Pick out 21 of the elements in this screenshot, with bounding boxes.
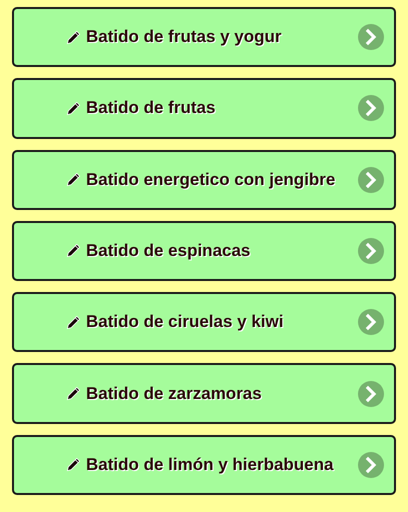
pencil-icon: [66, 172, 81, 188]
pencil-icon: [66, 243, 81, 258]
pencil-icon: [66, 30, 81, 45]
chevron-right-icon: [358, 309, 384, 336]
chevron-right-icon: [358, 24, 384, 50]
pencil-icon: [66, 100, 81, 116]
chevron-right-icon: [358, 380, 384, 407]
pencil-icon: [66, 386, 81, 402]
recipe-button[interactable]: Batido de frutas: [12, 78, 396, 139]
chevron-right-icon: [358, 238, 384, 264]
chevron-right-icon: [358, 166, 384, 193]
chevron-right-icon: [358, 95, 384, 122]
recipe-button[interactable]: Batido de espinacas: [12, 220, 396, 282]
recipe-button[interactable]: Batido de frutas y yogur: [12, 7, 396, 68]
recipe-button[interactable]: Batido energetico con jengibre: [12, 150, 396, 210]
pencil-icon: [66, 457, 81, 472]
recipe-button[interactable]: Batido de ciruelas y kiwi: [12, 292, 396, 352]
chevron-right-icon: [358, 452, 384, 478]
pencil-icon: [66, 314, 81, 330]
recipe-button[interactable]: Batido de zarzamoras: [12, 363, 396, 424]
recipe-button[interactable]: Batido de limón y hierbabuena: [12, 434, 396, 495]
